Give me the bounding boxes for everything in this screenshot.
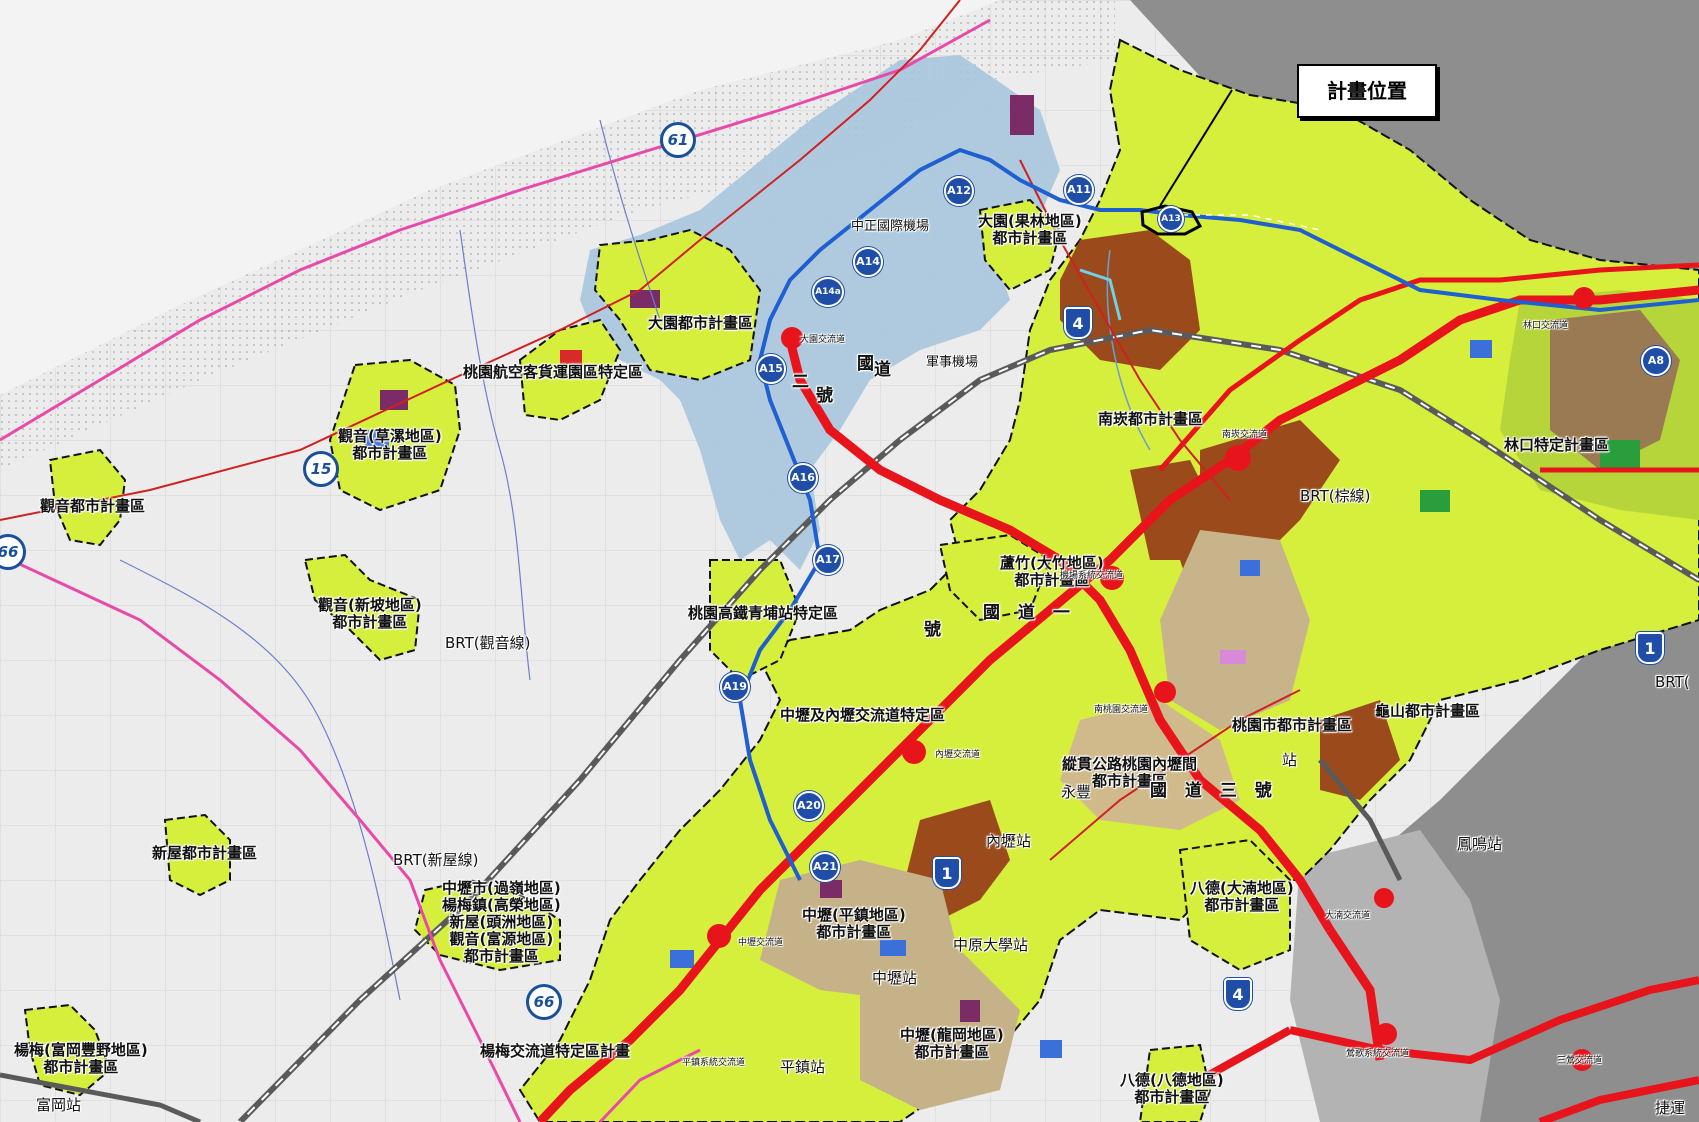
- label-freeway3: 國 道 三 號: [1150, 781, 1278, 801]
- station-zhongli: 中壢站: [872, 969, 918, 987]
- label-neili-ic: 內壢交流道: [935, 750, 981, 760]
- provincial-road-15: 15: [303, 451, 339, 487]
- plan-label-zhongli-pingzhen: 中壢(平鎮地區) 都市計畫區: [802, 906, 906, 941]
- label-freeway1-a: 號: [924, 620, 947, 640]
- label-brt-right: BRT(: [1655, 673, 1690, 691]
- mrt-stop-A21: A21: [810, 852, 840, 882]
- plan-label-guanyin-xinpo: 觀音(新坡地區) 都市計畫區: [318, 596, 422, 631]
- station-jieyun: 捷運: [1655, 1099, 1686, 1117]
- plan-label-nankan: 南崁都市計畫區: [1098, 410, 1204, 428]
- plan-label-xinwu: 新屋都市計畫區: [152, 844, 258, 862]
- label-sanying-ic: 三鶯交流道: [1557, 1056, 1603, 1066]
- mrt-stop-A19: A19: [720, 672, 750, 702]
- label-airport-ic: 機場系統交流道: [1060, 571, 1124, 581]
- plan-label-dayuan-guolin: 大園(果林地區) 都市計畫區: [978, 212, 1082, 247]
- mrt-stop-A14a: A14a: [812, 277, 844, 307]
- national-highway-4-north: 4: [1064, 307, 1092, 339]
- label-danan-ic: 大湳交流道: [1325, 911, 1371, 921]
- station-neili: 內壢站: [986, 832, 1032, 850]
- mrt-stop-A14: A14: [853, 247, 883, 277]
- national-highway-4-south: 4: [1224, 978, 1252, 1010]
- provincial-road-66: 66: [526, 984, 562, 1020]
- plan-label-dayuan: 大園都市計畫區: [648, 314, 754, 332]
- label-dayuan-ic: 大園交流道: [800, 335, 846, 345]
- plan-label-yangmei-fugang: 楊梅(富岡豐野地區) 都市計畫區: [14, 1041, 148, 1076]
- plan-label-guanyin: 觀音都市計畫區: [40, 497, 146, 515]
- station-zhongyuan: 中原大學站: [953, 936, 1029, 954]
- label-military-airport: 軍事機場: [926, 355, 979, 370]
- plan-label-airport-special: 桃園航空客貨運園區特定區: [463, 363, 644, 381]
- planning-map: 計畫位置 大園(果林地區) 都市計畫區 大園都市計畫區 桃園航空客貨運園區特定區 …: [0, 0, 1699, 1122]
- label-nankan-ic: 南崁交流道: [1222, 430, 1268, 440]
- station-fenming: 鳳鳴站: [1457, 835, 1503, 853]
- national-highway-1-east: 1: [1636, 632, 1664, 664]
- mrt-stop-A11: A11: [1064, 175, 1094, 205]
- plan-label-hsr-qingpu: 桃園高鐵青埔站特定區: [688, 604, 839, 622]
- mrt-stop-A20: A20: [794, 791, 824, 821]
- mrt-stop-A13: A13: [1158, 206, 1184, 232]
- project-location-callout: 計畫位置: [1297, 64, 1437, 118]
- plan-label-zhongli-multi: 中壢市(過嶺地區) 楊梅鎮(高榮地區) 新屋(頭洲地區) 觀音(富源地區) 都市計畫區: [442, 879, 561, 965]
- provincial-road-61: 61: [660, 122, 696, 158]
- label-zhongli-ic: 中壢交流道: [738, 938, 784, 948]
- plan-label-zhongli-longgang: 中壢(龍岡地區) 都市計畫區: [900, 1026, 1004, 1061]
- plan-label-yangmei-ic: 楊梅交流道特定區計畫: [480, 1042, 631, 1060]
- label-pingzhen-ic: 平鎮系統交流道: [682, 1058, 746, 1068]
- station-fugang: 富岡站: [36, 1096, 82, 1114]
- station-pingzhen: 平鎮站: [780, 1058, 826, 1076]
- map-graphics: [0, 0, 1699, 1122]
- label-brt-xinwu: BRT(新屋線): [393, 851, 479, 869]
- mrt-stop-A16: A16: [788, 463, 818, 493]
- label-brt-zong: BRT(棕線): [1300, 487, 1371, 505]
- label-nantaoyuan-ic: 南桃園交流道: [1094, 705, 1149, 715]
- station-yongfeng: 永豐: [1061, 783, 1092, 801]
- plan-label-bade-bade: 八德(八德地區) 都市計畫區: [1120, 1071, 1224, 1106]
- label-linkou-ic: 林口交流道: [1523, 321, 1569, 331]
- plan-label-guanyin-caolei: 觀音(草漯地區) 都市計畫區: [338, 427, 442, 462]
- label-freeway2-d: 道: [874, 360, 897, 380]
- mrt-stop-A17: A17: [813, 545, 843, 575]
- mrt-stop-A15: A15: [756, 354, 786, 384]
- plan-label-taoyuan-city: 桃園市都市計畫區: [1232, 716, 1353, 734]
- label-freeway2-b: 號: [816, 386, 839, 406]
- mrt-stop-A8: A8: [1641, 346, 1671, 376]
- station-taoyuan: 站: [1282, 751, 1298, 769]
- label-freeway2-a: 二: [792, 372, 815, 392]
- national-highway-1-south: 1: [933, 857, 961, 889]
- label-brt-guanyin: BRT(觀音線): [445, 634, 531, 652]
- label-airport: 中正國際機場: [851, 219, 930, 234]
- label-freeway1-b: 國 道 一: [983, 603, 1076, 623]
- label-yingge-ic: 鶯歌系統交流道: [1346, 1049, 1410, 1059]
- plan-label-bade-danan: 八德(大湳地區) 都市計畫區: [1190, 879, 1294, 914]
- plan-label-linkou: 林口特定計畫區: [1504, 436, 1610, 454]
- plan-label-zhongli-neili-ic: 中壢及內壢交流道特定區: [780, 706, 946, 724]
- mrt-stop-A12: A12: [944, 176, 974, 206]
- plan-label-guishan: 龜山都市計畫區: [1375, 702, 1481, 720]
